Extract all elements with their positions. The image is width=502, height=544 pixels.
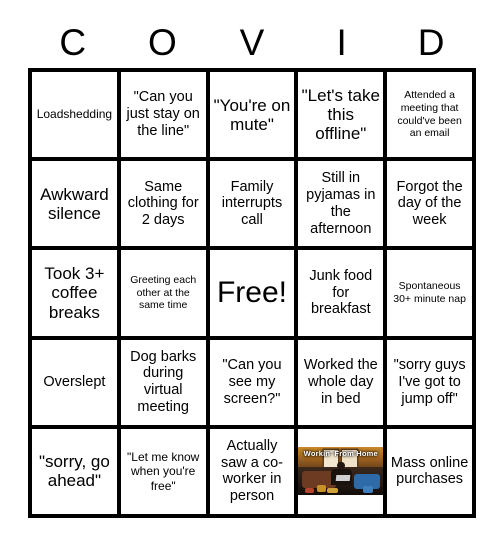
bingo-cell-label: Free!: [216, 276, 287, 310]
bingo-cell-label: Greeting each other at the same time: [130, 273, 197, 312]
bingo-cell-r4-c2[interactable]: Dog barks during virtual meeting: [120, 339, 206, 425]
bingo-cell-label: Family interrupts call: [221, 178, 283, 229]
bingo-cell-label: "Can you see my screen?": [222, 356, 282, 407]
header-letter-o: O: [148, 21, 177, 63]
bingo-cell-label: Same clothing for 2 days: [127, 178, 199, 229]
bingo-card: C O V I D Loadshedding "Can you just stay…: [0, 0, 502, 544]
bingo-cell-r2-c5[interactable]: Forgot the day of the week: [387, 161, 472, 247]
bingo-cell-label: Attended a meeting that could've been an…: [397, 89, 462, 140]
bingo-cell-r5-c1[interactable]: "sorry, go ahead": [32, 428, 117, 514]
bingo-cell-label: Actually saw a co-worker in person: [220, 437, 284, 505]
bingo-cell-r1-c3[interactable]: "You're on mute": [209, 72, 295, 158]
bingo-header-letters: C O V I D: [28, 18, 476, 66]
bingo-cell-r3-c4[interactable]: Junk food for breakfast: [298, 250, 384, 336]
bingo-cell-r3-c5[interactable]: Spontaneous 30+ minute nap: [387, 250, 472, 336]
bingo-cell-r2-c2[interactable]: Same clothing for 2 days: [120, 161, 206, 247]
bingo-cell-label: "Let's take this offline": [301, 86, 380, 144]
bingo-cell-label: Spontaneous 30+ minute nap: [393, 280, 466, 305]
bingo-cell-r1-c4[interactable]: "Let's take this offline": [298, 72, 384, 158]
bingo-cell-r1-c5[interactable]: Attended a meeting that could've been an…: [387, 72, 472, 158]
photo-clutter-b: [327, 487, 339, 493]
bingo-cell-r5-c3[interactable]: Actually saw a co-worker in person: [209, 428, 295, 514]
bingo-cell-r3-c3[interactable]: Free!: [209, 250, 295, 336]
photo-clutter-c: [305, 487, 314, 494]
bingo-cell-label: "sorry guys I've got to jump off": [393, 356, 466, 407]
bingo-cell-r4-c4[interactable]: Worked the whole day in bed: [298, 339, 384, 425]
header-letter-c: C: [59, 21, 87, 63]
bingo-cell-r3-c2[interactable]: Greeting each other at the same time: [120, 250, 206, 336]
bingo-cell-r4-c1[interactable]: Overslept: [32, 339, 117, 425]
bingo-cell-label: "sorry, go ahead": [38, 452, 110, 491]
bingo-cell-r1-c1[interactable]: Loadshedding: [32, 72, 117, 158]
photo-caption: Workin' From Home: [303, 449, 378, 459]
bingo-cell-label: Dog barks during virtual meeting: [130, 348, 197, 415]
header-letter-v: V: [239, 21, 265, 63]
bingo-cell-r2-c1[interactable]: Awkward silence: [32, 161, 117, 247]
header-letter-i: I: [336, 21, 347, 63]
laptop-icon: [335, 475, 350, 482]
header-letter-d: D: [417, 21, 445, 63]
bingo-cell-label: Still in pyjamas in the afternoon: [306, 170, 376, 237]
bingo-cell-r2-c3[interactable]: Family interrupts call: [209, 161, 295, 247]
photo-clutter-d: [362, 486, 374, 493]
bingo-cell-label: Overslept: [43, 373, 106, 390]
bingo-grid: Loadshedding "Can you just stay on the li…: [28, 68, 476, 518]
work-from-home-photo: Workin' From Home: [298, 447, 384, 496]
bingo-cell-r5-c4-image[interactable]: Workin' From Home: [298, 428, 384, 514]
bingo-cell-r3-c1[interactable]: Took 3+ coffee breaks: [32, 250, 117, 336]
bingo-cell-label: "Let me know when you're free": [127, 449, 200, 493]
bingo-cell-label: Loadshedding: [36, 107, 113, 122]
bingo-cell-label: Junk food for breakfast: [309, 267, 373, 318]
bingo-cell-label: Forgot the day of the week: [396, 178, 463, 229]
bingo-cell-r1-c2[interactable]: "Can you just stay on the line": [120, 72, 206, 158]
bingo-cell-r4-c5[interactable]: "sorry guys I've got to jump off": [387, 339, 472, 425]
bingo-cell-label: Worked the whole day in bed: [303, 356, 378, 407]
bingo-cell-r5-c5[interactable]: Mass online purchases: [387, 428, 472, 514]
bingo-cell-label: Mass online purchases: [390, 454, 469, 488]
bingo-cell-label: Took 3+ coffee breaks: [44, 264, 105, 322]
bingo-cell-r4-c3[interactable]: "Can you see my screen?": [209, 339, 295, 425]
bingo-cell-r2-c4[interactable]: Still in pyjamas in the afternoon: [298, 161, 384, 247]
photo-clutter-a: [317, 484, 327, 492]
bingo-cell-label: "You're on mute": [213, 95, 291, 134]
bingo-cell-r5-c2[interactable]: "Let me know when you're free": [120, 428, 206, 514]
bingo-cell-label: "Can you just stay on the line": [126, 89, 200, 139]
bingo-cell-label: Awkward silence: [40, 184, 109, 223]
